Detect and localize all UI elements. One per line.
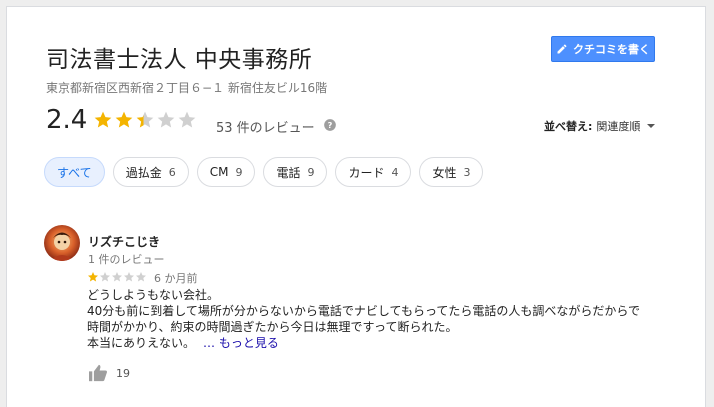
- chip-label: CM: [209, 165, 229, 179]
- like-button[interactable]: 19: [88, 364, 130, 382]
- review-count-link[interactable]: 53 件のレビュー: [216, 117, 315, 136]
- chip-all[interactable]: すべて: [44, 157, 105, 187]
- chip-label: 過払金: [125, 165, 162, 180]
- rating-stars: [93, 110, 198, 130]
- write-review-button[interactable]: クチコミを書く: [551, 36, 655, 62]
- chip-count: 4: [391, 165, 399, 179]
- pencil-icon: [557, 44, 567, 54]
- sort-dropdown[interactable]: 並べ替え: 関連度順: [544, 118, 656, 134]
- review-rating-stars: [87, 271, 147, 283]
- star-filled-icon: [94, 111, 112, 128]
- star-empty-icon: [157, 111, 175, 128]
- svg-text:?: ?: [328, 120, 333, 130]
- chip-count: 9: [307, 165, 315, 179]
- star-empty-icon: [112, 272, 122, 282]
- chip-count: 6: [168, 165, 176, 179]
- avatar[interactable]: [44, 225, 80, 261]
- star-filled-icon: [115, 111, 133, 128]
- chip-overpayment[interactable]: 過払金 6: [112, 157, 189, 187]
- more-link[interactable]: … もっと見る: [203, 336, 279, 350]
- chip-label: すべて: [57, 165, 92, 180]
- star-filled-icon: [88, 272, 98, 282]
- chip-card[interactable]: カード 4: [335, 157, 412, 187]
- reviewer-review-count: 1 件のレビュー: [88, 253, 165, 266]
- chip-count: 3: [463, 165, 471, 179]
- like-count: 19: [116, 366, 130, 380]
- rating-score: 2.4: [46, 105, 88, 135]
- chip-count: 9: [235, 165, 243, 179]
- review-text: どうしようもない会社。 40分も前に到着して場所が分からないから電話でナビしても…: [87, 287, 687, 351]
- review-line: 時間がかかり、約束の時間過ぎたから今日は無理ですって断られた。: [87, 320, 458, 334]
- chip-label: 女性: [432, 165, 457, 180]
- chip-label: カード: [348, 165, 385, 180]
- sort-label: 並べ替え:: [544, 120, 593, 133]
- star-empty-icon: [100, 272, 110, 282]
- star-empty-icon: [178, 111, 196, 128]
- chip-cm[interactable]: CM 9: [196, 157, 256, 187]
- review-line: 40分も前に到着して場所が分からないから電話でナビしてもらってたら電話の人も調べ…: [87, 304, 640, 318]
- write-review-label: クチコミを書く: [573, 43, 650, 56]
- review-line: 本当にありえない。: [87, 336, 196, 350]
- reviewer-name[interactable]: リズチこじき: [88, 233, 160, 250]
- chevron-down-icon: [647, 124, 656, 128]
- star-empty-icon: [136, 272, 146, 282]
- business-title: 司法書士法人 中央事務所: [46, 47, 313, 73]
- star-empty-icon: [124, 272, 134, 282]
- review-date: 6 か月前: [154, 272, 198, 285]
- sort-value: 関連度順: [596, 120, 641, 133]
- help-icon[interactable]: ?: [323, 118, 337, 132]
- star-half-icon: [136, 111, 154, 128]
- chip-phone[interactable]: 電話 9: [263, 157, 328, 187]
- business-address: 東京都新宿区西新宿２丁目６−１ 新宿住友ビル16階: [46, 81, 328, 95]
- chip-female[interactable]: 女性 3: [419, 157, 484, 187]
- topic-chips: すべて 過払金 6 CM 9 電話 9 カード 4 女性 3: [44, 157, 484, 187]
- chip-label: 電話: [276, 165, 301, 180]
- review-line: どうしようもない会社。: [87, 288, 220, 302]
- thumbs-up-icon: [89, 364, 107, 382]
